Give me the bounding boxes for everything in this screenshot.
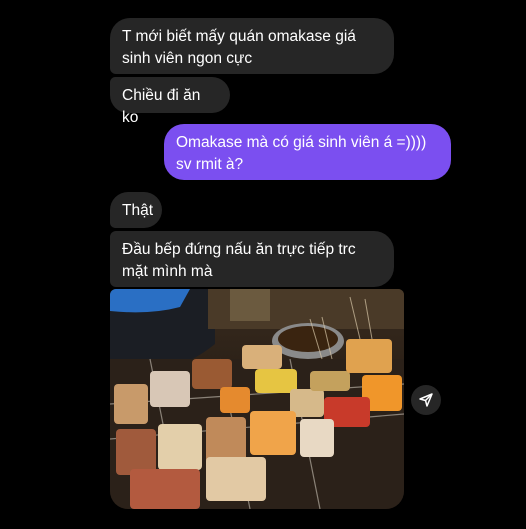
share-button[interactable]	[411, 385, 441, 415]
photo-attachment[interactable]	[110, 289, 404, 509]
message-bubble-incoming[interactable]: Chiều đi ăn ko	[110, 77, 230, 126]
share-icon	[419, 393, 433, 407]
street-food-photo	[110, 289, 404, 509]
message-bubble-outgoing[interactable]: Omakase mà có giá sinh viên á =)))) sv r…	[164, 124, 451, 180]
message-bubble-incoming[interactable]: Đầu bếp đứng nấu ăn trực tiếp trc mặt mì…	[110, 231, 394, 287]
message-bubble-incoming[interactable]: Thật	[110, 192, 162, 228]
message-bubble-incoming[interactable]: T mới biết mấy quán omakase giá sinh viê…	[110, 18, 394, 74]
